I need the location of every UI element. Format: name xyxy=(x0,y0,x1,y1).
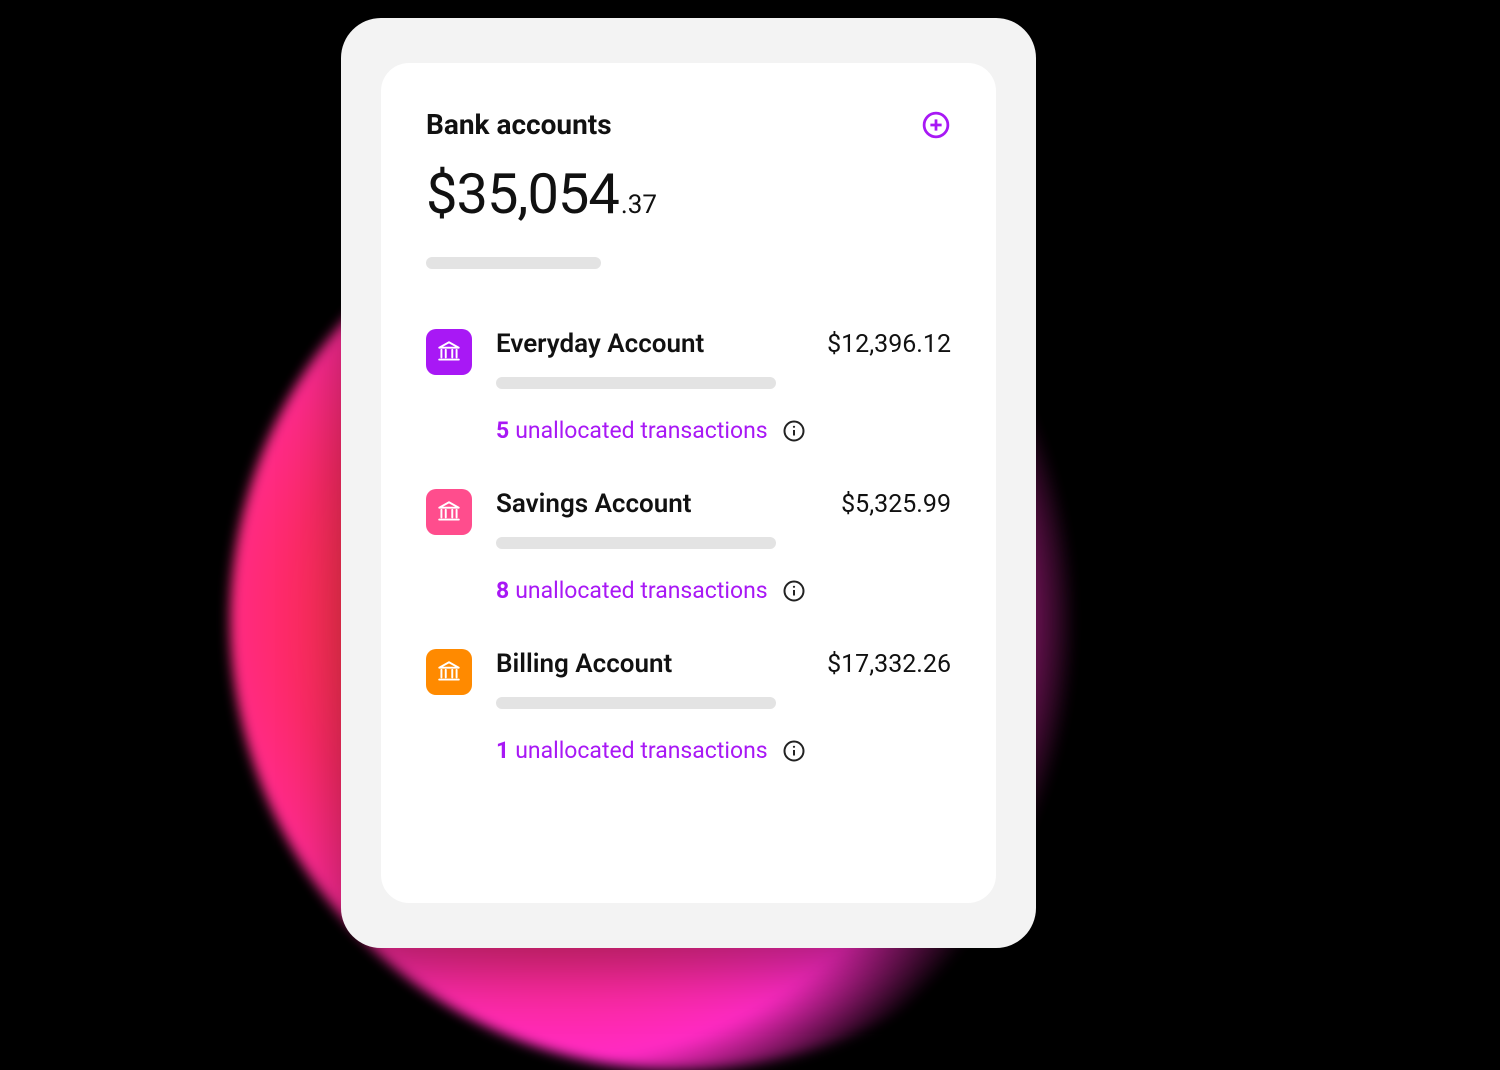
account-body: Everyday Account $12,396.12 5 unallocate… xyxy=(496,329,951,444)
total-balance-main: $35,054 xyxy=(426,161,619,227)
account-header: Savings Account $5,325.99 xyxy=(496,489,951,519)
unallocated-label: unallocated transactions xyxy=(515,417,767,444)
account-balance: $5,325.99 xyxy=(841,490,951,519)
total-balance-cents: .37 xyxy=(621,190,657,220)
bank-icon xyxy=(426,489,472,535)
info-icon[interactable] xyxy=(782,419,806,443)
bank-accounts-card: Bank accounts $35,054 .37 Everyday Accou… xyxy=(381,63,996,903)
add-account-icon[interactable] xyxy=(921,110,951,140)
account-body: Savings Account $5,325.99 8 unallocated … xyxy=(496,489,951,604)
widget-frame: Bank accounts $35,054 .37 Everyday Accou… xyxy=(341,18,1036,948)
unallocated-count: 5 xyxy=(496,417,509,444)
account-header: Billing Account $17,332.26 xyxy=(496,649,951,679)
info-icon[interactable] xyxy=(782,579,806,603)
loading-bar xyxy=(496,697,776,709)
bank-icon xyxy=(426,649,472,695)
loading-bar xyxy=(496,377,776,389)
account-balance: $12,396.12 xyxy=(827,330,951,359)
account-body: Billing Account $17,332.26 1 unallocated… xyxy=(496,649,951,764)
account-row[interactable]: Savings Account $5,325.99 8 unallocated … xyxy=(426,489,951,604)
account-name: Billing Account xyxy=(496,649,672,679)
loading-bar xyxy=(426,257,601,269)
card-title: Bank accounts xyxy=(426,108,612,141)
loading-bar xyxy=(496,537,776,549)
total-balance: $35,054 .37 xyxy=(426,161,951,227)
bank-icon xyxy=(426,329,472,375)
account-row[interactable]: Everyday Account $12,396.12 5 unallocate… xyxy=(426,329,951,444)
unallocated-label: unallocated transactions xyxy=(515,577,767,604)
unallocated-link[interactable]: 5 unallocated transactions xyxy=(496,417,951,444)
account-name: Everyday Account xyxy=(496,329,704,359)
unallocated-count: 8 xyxy=(496,577,509,604)
account-header: Everyday Account $12,396.12 xyxy=(496,329,951,359)
card-header: Bank accounts xyxy=(426,108,951,141)
unallocated-link[interactable]: 8 unallocated transactions xyxy=(496,577,951,604)
unallocated-label: unallocated transactions xyxy=(515,737,767,764)
accounts-list: Everyday Account $12,396.12 5 unallocate… xyxy=(426,329,951,764)
account-balance: $17,332.26 xyxy=(827,650,951,679)
account-row[interactable]: Billing Account $17,332.26 1 unallocated… xyxy=(426,649,951,764)
account-name: Savings Account xyxy=(496,489,692,519)
info-icon[interactable] xyxy=(782,739,806,763)
unallocated-count: 1 xyxy=(496,737,509,764)
unallocated-link[interactable]: 1 unallocated transactions xyxy=(496,737,951,764)
